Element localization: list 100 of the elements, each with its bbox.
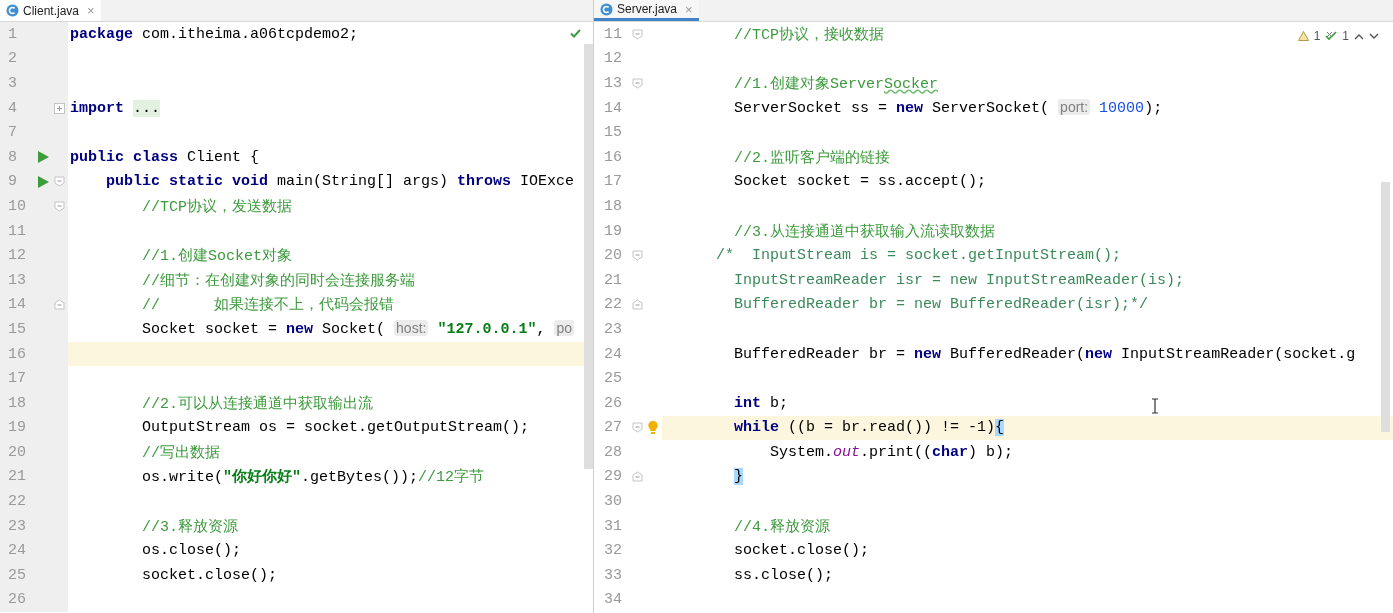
code-line: int b; [733,394,789,412]
line-number: 24 [603,345,623,363]
line-number: 12 [603,50,623,68]
fold-icon[interactable] [631,28,643,40]
line-number: 32 [603,542,623,560]
editor-tab[interactable]: Server.java × [594,0,699,21]
line-number: 22 [603,296,623,314]
expand-icon[interactable] [53,102,65,114]
code-line: //2.监听客户端的链接 [733,148,891,167]
line-number: 2 [7,50,18,68]
code-line: ss.close(); [733,566,834,584]
line-number: 24 [7,542,27,560]
chevron-down-icon[interactable] [1369,32,1379,40]
checkmark-icon[interactable] [570,29,581,38]
warning-count[interactable]: 1 [1313,29,1321,43]
line-number: 13 [7,271,27,289]
line-number: 28 [603,443,623,461]
line-number: 34 [603,591,623,609]
fold-icon[interactable] [631,78,643,89]
code-line: public static void main(String[] args) throws IOExce [105,173,575,191]
line-number: 20 [603,247,623,265]
line-number: 31 [603,517,623,535]
code-line: InputStreamReader isr = new InputStreamReader(is); [733,271,1185,289]
line-number: 25 [7,566,27,584]
spellcheck-icon[interactable] [1325,31,1338,41]
code-line: BufferedReader br = new BufferedReader(new InputStreamReader(socket.g [733,345,1356,363]
code-line: OutputStream os = socket.getOutputStream(); [141,419,530,437]
editor-tab[interactable]: Client.java × [0,0,101,21]
line-number: 21 [7,468,27,486]
line-number: 12 [7,247,27,265]
file-icon [6,4,19,17]
line-number: 14 [603,99,623,117]
line-number: 18 [603,197,623,215]
code-line: System.out.print((char) b); [769,443,1014,461]
line-number: 17 [603,173,623,191]
line-number: 26 [603,394,623,412]
code-line: ServerSocket ss = new ServerSocket( port: 10000); [733,99,1163,118]
line-number: 11 [603,25,623,43]
line-number: 14 [7,296,27,314]
fold-icon[interactable] [631,299,643,311]
code-line: //3.从连接通道中获取输入流读取数据 [733,222,996,241]
line-number: 17 [7,370,27,388]
code-line: //写出数据 [141,443,220,462]
code-line: /* InputStream is = socket.getInputStream(); [715,247,1122,265]
line-number: 19 [7,419,27,437]
fold-icon[interactable] [53,176,65,188]
line-number: 30 [603,493,623,511]
code-line: Socket socket = new Socket( host: "127.0.0.1", po [141,320,575,339]
line-number: 11 [7,222,27,240]
code-line: //TCP协议，发送数据 [141,197,293,216]
fold-icon[interactable] [631,422,643,434]
line-number: 1 [7,25,18,43]
line-number: 10 [7,197,27,215]
warning-icon[interactable] [1297,31,1309,41]
code-line: //4.释放资源 [733,517,831,536]
line-number: 19 [603,222,623,240]
line-number: 29 [603,468,623,486]
code-line: //1.创建Socket对象 [141,246,293,266]
play-icon[interactable] [37,151,49,164]
line-number: 7 [7,124,18,142]
line-number: 4 [7,99,18,117]
fold-icon[interactable] [631,471,643,483]
code-line: socket.close(); [141,566,278,584]
line-number: 20 [7,443,27,461]
code-line: Socket socket = ss.accept(); [733,173,987,191]
fold-icon[interactable] [631,250,643,262]
scrollbar-thumb[interactable] [1381,182,1390,432]
code-line: package com.itheima.a06tcpdemo2; [69,25,359,43]
code-line: //细节：在创建对象的同时会连接服务端 [141,271,415,290]
code-line: //3.释放资源 [141,517,239,536]
line-number: 13 [603,75,623,92]
line-number: 16 [7,345,27,363]
code-line: BufferedReader br = new BufferedReader(isr);*/ [733,296,1149,314]
line-number: 8 [7,148,18,166]
file-icon [600,2,613,16]
chevron-up-icon[interactable] [1354,32,1364,40]
line-number: 23 [603,320,623,338]
code-line: public class Client { [69,148,260,166]
code-line: // 如果连接不上，代码会报错 [141,295,395,315]
play-icon[interactable] [37,175,49,188]
line-number: 16 [603,148,623,166]
lightbulb-icon[interactable] [648,421,658,435]
scrollbar-thumb[interactable] [584,44,593,469]
typo-count[interactable]: 1 [1342,29,1349,43]
line-number: 15 [7,320,27,338]
code-line: //TCP协议，接收数据 [733,25,885,44]
fold-icon[interactable] [53,299,65,311]
line-number: 18 [7,394,27,412]
line-number: 3 [7,75,18,92]
code-line: socket.close(); [733,542,870,560]
line-number: 22 [7,493,27,511]
code-line: //1.创建对象ServerSocker [733,74,939,93]
code-line: os.close(); [141,542,242,560]
line-number: 25 [603,370,623,388]
line-number: 27 [603,419,623,437]
code-line: os.write("你好你好".getBytes());//12字节 [141,467,485,487]
line-number: 26 [7,591,27,609]
code-line: import ... [69,99,161,117]
fold-icon[interactable] [53,200,65,212]
text-cursor-icon [1151,398,1159,414]
